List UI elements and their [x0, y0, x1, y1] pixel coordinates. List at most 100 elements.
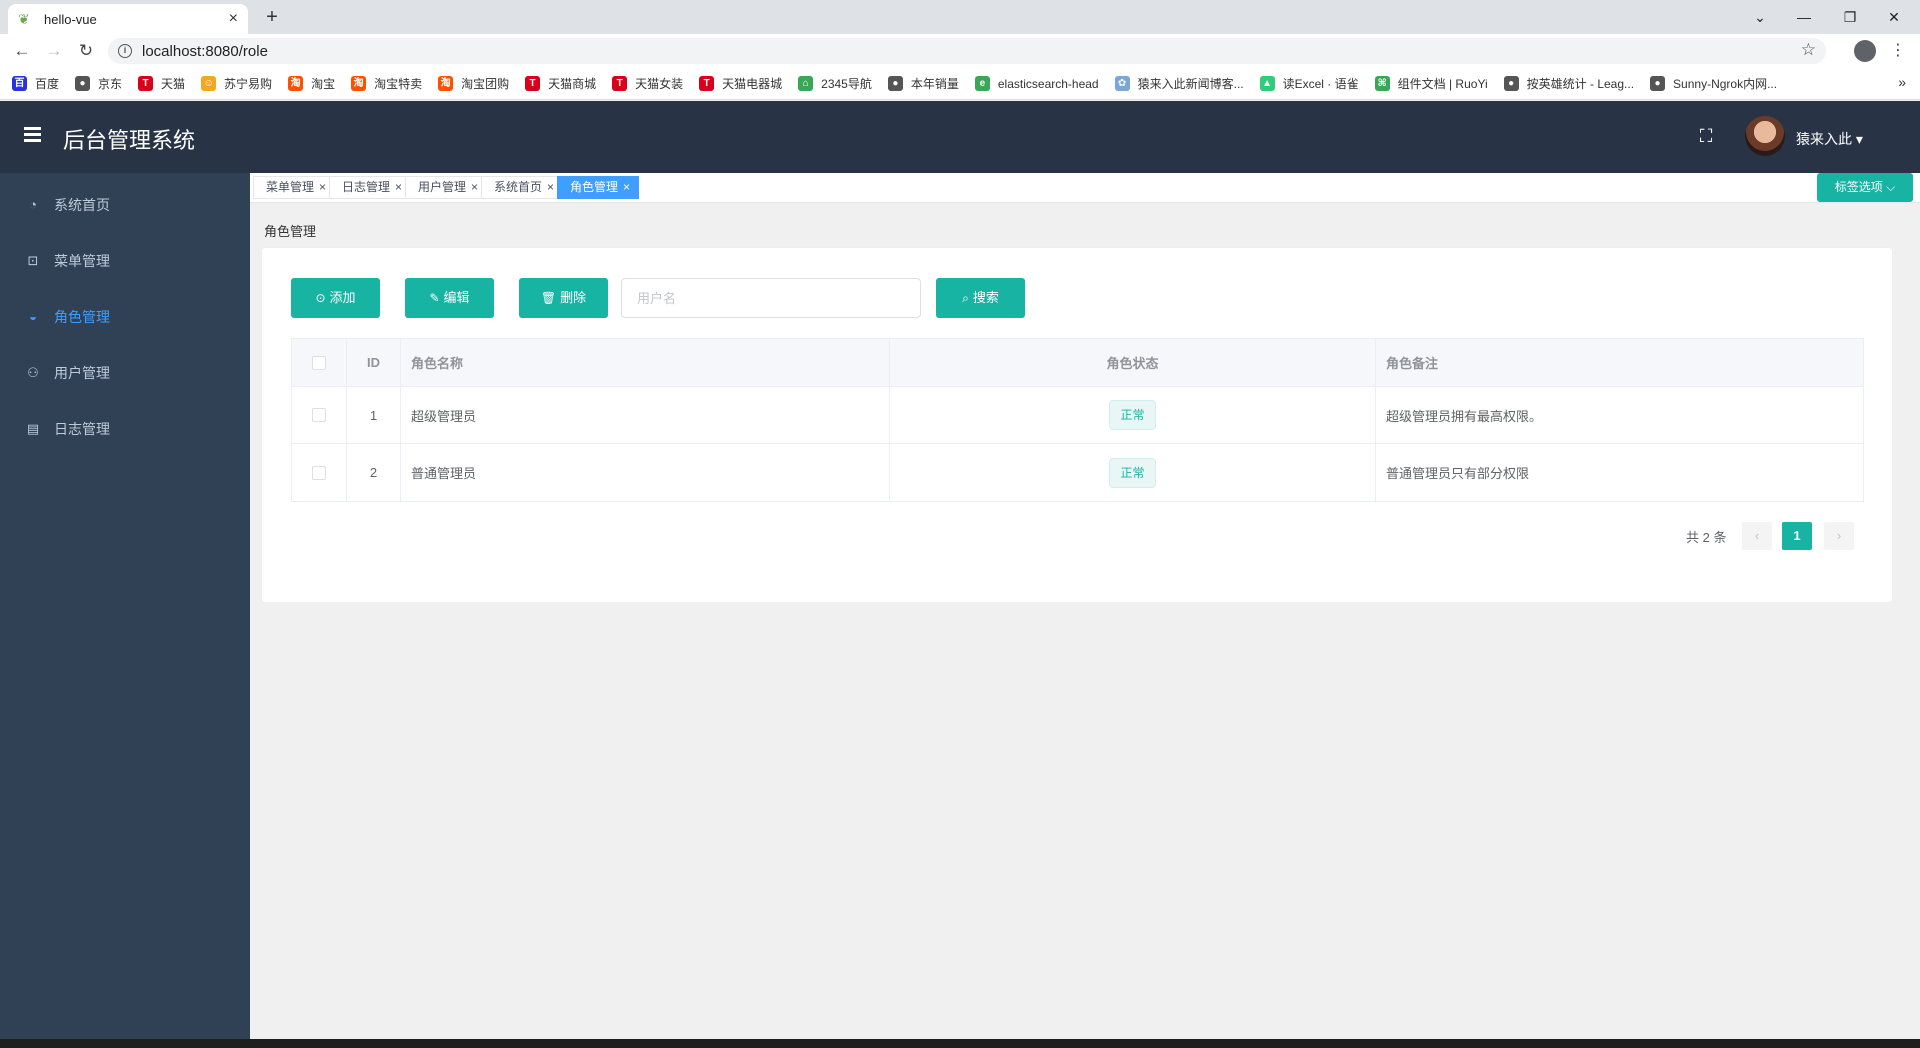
- select-all-checkbox[interactable]: [312, 355, 326, 370]
- tag-item[interactable]: 菜单管理 ×: [253, 176, 336, 199]
- sidebar-item[interactable]: ⊡ 菜单管理: [0, 233, 250, 289]
- bookmark-item[interactable]: T 天猫: [138, 75, 185, 92]
- page-number-button[interactable]: 1: [1782, 522, 1812, 550]
- column-header-status[interactable]: 角色状态: [890, 339, 1376, 386]
- add-button[interactable]: ⊙ 添加: [291, 278, 380, 318]
- bookmark-item[interactable]: T 天猫商城: [525, 75, 596, 92]
- bookmark-item[interactable]: e elasticsearch-head: [974, 76, 1099, 91]
- tag-label: 角色管理: [570, 180, 619, 194]
- edit-button[interactable]: ✎ 编辑: [405, 278, 494, 318]
- bookmark-favicon-icon: ●: [75, 76, 91, 91]
- address-bar[interactable]: i localhost:8080/role ☆: [108, 38, 1826, 64]
- bookmark-item[interactable]: 百百度: [12, 75, 59, 92]
- tag-close-icon[interactable]: ×: [547, 180, 554, 194]
- sidebar-item[interactable]: ▤ 日志管理: [0, 401, 250, 457]
- bookmarks-overflow-icon[interactable]: »: [1898, 74, 1906, 90]
- cart-icon: ⊡: [27, 253, 39, 268]
- column-header-id[interactable]: ID: [347, 339, 401, 386]
- bookmark-label: 百度: [35, 77, 60, 91]
- search-button[interactable]: ⌕ 搜索: [936, 278, 1025, 318]
- bookmarks-bar: 百百度 ● 京东 T 天猫 ☺ 苏宁易购淘淘宝淘淘宝特卖淘淘宝团购 T 天猫商城 T 天猫女装 T 天猫…: [0, 68, 1920, 100]
- fullscreen-icon[interactable]: ⛶: [1696, 126, 1716, 146]
- pagination-total: 共 2 条: [1686, 530, 1727, 545]
- browser-tab-strip: ❦ hello-vue × + ⌄ — ❐ ✕: [0, 0, 1920, 34]
- browser-tab[interactable]: ❦ hello-vue ×: [8, 4, 248, 34]
- tags-bar: 菜单管理 × 日志管理 × 用户管理 × 系统首页 × 角色管理 ×: [250, 173, 1920, 203]
- bookmark-item[interactable]: ● 按英雄统计 - Leag...: [1503, 75, 1634, 92]
- bookmark-favicon-icon: ●: [1503, 76, 1519, 91]
- tag-item[interactable]: 日志管理 ×: [329, 176, 412, 199]
- delete-button[interactable]: 🗑 删除: [519, 278, 608, 318]
- close-icon[interactable]: ×: [229, 10, 238, 28]
- bookmark-label: 苏宁易购: [224, 77, 273, 91]
- clipboard-icon: ▤: [26, 421, 40, 436]
- account-icon[interactable]: [1854, 40, 1876, 62]
- sidebar-item[interactable]: ◒ 角色管理: [0, 289, 250, 345]
- bookmark-item[interactable]: ● Sunny-Ngrok内网...: [1650, 75, 1777, 92]
- sidebar-item[interactable]: ⚇ 用户管理: [0, 345, 250, 401]
- reload-icon[interactable]: ↻: [74, 39, 98, 63]
- url-text[interactable]: localhost:8080/role: [142, 43, 268, 60]
- search-input[interactable]: [621, 278, 921, 318]
- search-icon: ⌕: [962, 291, 969, 305]
- tag-options-button[interactable]: 标签选项 ⌵: [1817, 173, 1913, 202]
- bookmark-item[interactable]: T 天猫女装: [612, 75, 683, 92]
- bookmark-favicon-icon: ▲: [1259, 76, 1275, 91]
- prev-page-button[interactable]: ‹: [1742, 522, 1772, 550]
- next-page-button[interactable]: ›: [1824, 522, 1854, 550]
- bookmark-item[interactable]: ● 京东: [75, 75, 122, 92]
- tag-close-icon[interactable]: ×: [623, 180, 630, 194]
- table-row[interactable]: 1 超级管理员 正常 超级管理员拥有最高权限。: [292, 387, 1863, 444]
- tag-item[interactable]: 用户管理 ×: [405, 176, 488, 199]
- bookmark-label: 天猫女装: [635, 77, 684, 91]
- kebab-menu-icon[interactable]: ⋮: [1890, 40, 1906, 60]
- row-checkbox[interactable]: [312, 465, 326, 480]
- bookmark-favicon-icon: ✿: [1114, 76, 1130, 91]
- tag-item[interactable]: 系统首页 ×: [481, 176, 564, 199]
- row-remark: 普通管理员只有部分权限: [1386, 466, 1530, 481]
- pencil-icon: ✎: [429, 291, 440, 305]
- bookmark-item[interactable]: ▲ 读Excel · 语雀: [1259, 75, 1359, 92]
- tag-item[interactable]: 角色管理 ×: [557, 176, 640, 199]
- window-close-button[interactable]: ✕: [1872, 4, 1916, 30]
- avatar[interactable]: [1745, 116, 1785, 156]
- user-dropdown[interactable]: 猿来入此 ▾: [1796, 129, 1863, 149]
- column-header-name[interactable]: 角色名称: [401, 339, 890, 386]
- sidebar-item-label: 系统首页: [54, 197, 110, 213]
- search-button-label: 搜索: [972, 290, 999, 305]
- info-icon[interactable]: i: [118, 44, 132, 58]
- sidebar-item-label: 日志管理: [54, 421, 110, 437]
- hamburger-icon[interactable]: [24, 127, 41, 143]
- bookmark-item[interactable]: ⌘ 组件文档 | RuoYi: [1374, 75, 1488, 92]
- bookmark-favicon-icon: ⌘: [1374, 76, 1390, 91]
- sidebar-item[interactable]: ◔ 系统首页: [0, 177, 250, 233]
- tag-close-icon[interactable]: ×: [395, 180, 402, 194]
- tag-close-icon[interactable]: ×: [319, 180, 326, 194]
- bookmark-item[interactable]: ✿ 猿来入此新闻博客...: [1114, 75, 1244, 92]
- star-icon[interactable]: ☆: [1801, 40, 1816, 60]
- sidebar: ◔ 系统首页 ⊡ 菜单管理 ◒ 角色管理 ⚇ 用户管理 ▤ 日志管理: [0, 173, 250, 1039]
- back-icon[interactable]: ←: [10, 39, 34, 63]
- row-id: 1: [347, 387, 401, 443]
- bookmark-item[interactable]: 淘淘宝特卖: [351, 75, 422, 92]
- new-tab-button[interactable]: +: [260, 6, 284, 30]
- address-bar-row: ← → ↻ i localhost:8080/role ☆ ⋮: [0, 34, 1920, 68]
- forward-icon[interactable]: →: [42, 39, 66, 63]
- row-id: 2: [347, 444, 401, 501]
- bookmark-item[interactable]: 淘淘宝团购: [438, 75, 509, 92]
- table-row[interactable]: 2 普通管理员 正常 普通管理员只有部分权限: [292, 444, 1863, 501]
- row-name: 普通管理员: [401, 444, 890, 501]
- row-checkbox[interactable]: [312, 408, 326, 422]
- bookmark-item[interactable]: ☺ 苏宁易购: [201, 75, 272, 92]
- bookmark-item[interactable]: 淘淘宝: [288, 75, 335, 92]
- column-header-remark[interactable]: 角色备注: [1376, 339, 1863, 386]
- bookmark-item[interactable]: T 天猫电器城: [699, 75, 782, 92]
- bookmark-favicon-icon: 淘: [288, 76, 304, 91]
- tab-search-icon[interactable]: ⌄: [1738, 4, 1782, 30]
- bookmark-label: 天猫: [161, 77, 186, 91]
- bookmark-item[interactable]: ⌂ 2345导航: [798, 75, 872, 92]
- tag-close-icon[interactable]: ×: [471, 180, 478, 194]
- restore-button[interactable]: ❐: [1828, 4, 1872, 30]
- minimize-button[interactable]: —: [1782, 4, 1826, 30]
- bookmark-item[interactable]: ● 本年销量: [887, 75, 959, 92]
